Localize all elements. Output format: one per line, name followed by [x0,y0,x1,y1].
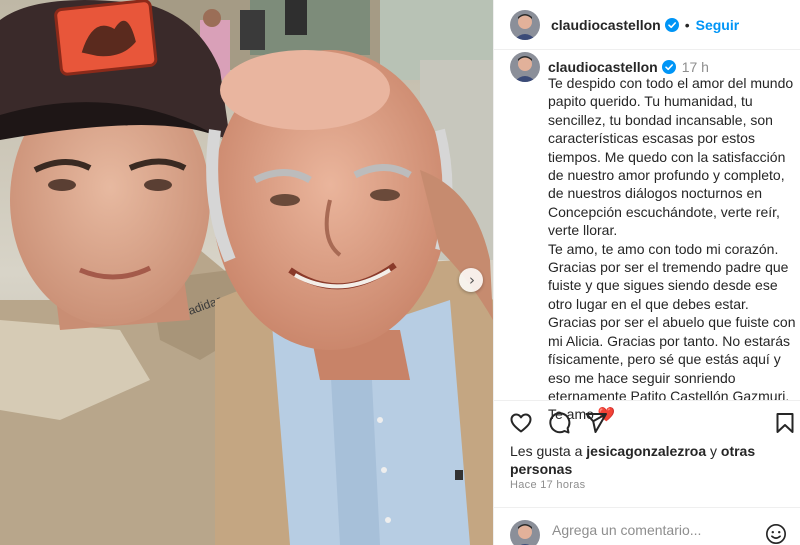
likes-middle: y [706,443,721,459]
send-icon[interactable] [584,411,608,435]
header-username[interactable]: claudiocastellon [551,17,661,33]
post-date: Hace 17 horas [510,479,586,491]
likes-prefix: Les gusta a [510,443,587,459]
chevron-right-icon: › [469,270,475,289]
caption-body: Te despido con todo el amor del mundo pa… [548,75,796,423]
verified-badge-icon [664,17,679,32]
caption-timestamp: 17 h [681,59,709,75]
action-bar [494,400,800,446]
separator-dot: • [684,16,690,33]
post-photo[interactable]: adidas › [0,0,493,545]
caption-text: Te despido con todo el amor del mundo pa… [548,74,800,424]
caption-username[interactable]: claudiocastellon [548,59,658,75]
avatar[interactable] [510,9,540,40]
likes-summary: Les gusta a jesicagonzalezroa y otras pe… [510,442,790,478]
verified-badge-icon [661,60,676,74]
avatar[interactable] [510,52,540,82]
post-header: claudiocastellon • Seguir [494,0,800,50]
next-photo-button[interactable]: › [459,268,483,292]
comment-icon[interactable] [547,411,571,435]
comment-bar [494,507,800,545]
caption: claudiocastellon 17 h Te despido con tod… [510,52,795,424]
comment-input[interactable] [552,522,752,538]
photo-illustration: adidas [0,0,493,545]
post-panel: claudiocastellon • Seguir claudiocastell… [493,0,800,545]
emoji-icon[interactable] [765,523,787,545]
follow-button[interactable]: Seguir [696,17,740,33]
bookmark-icon[interactable] [773,411,797,435]
likes-user-link[interactable]: jesicagonzalezroa [586,443,706,459]
avatar [510,520,540,545]
heart-icon[interactable] [509,411,533,435]
